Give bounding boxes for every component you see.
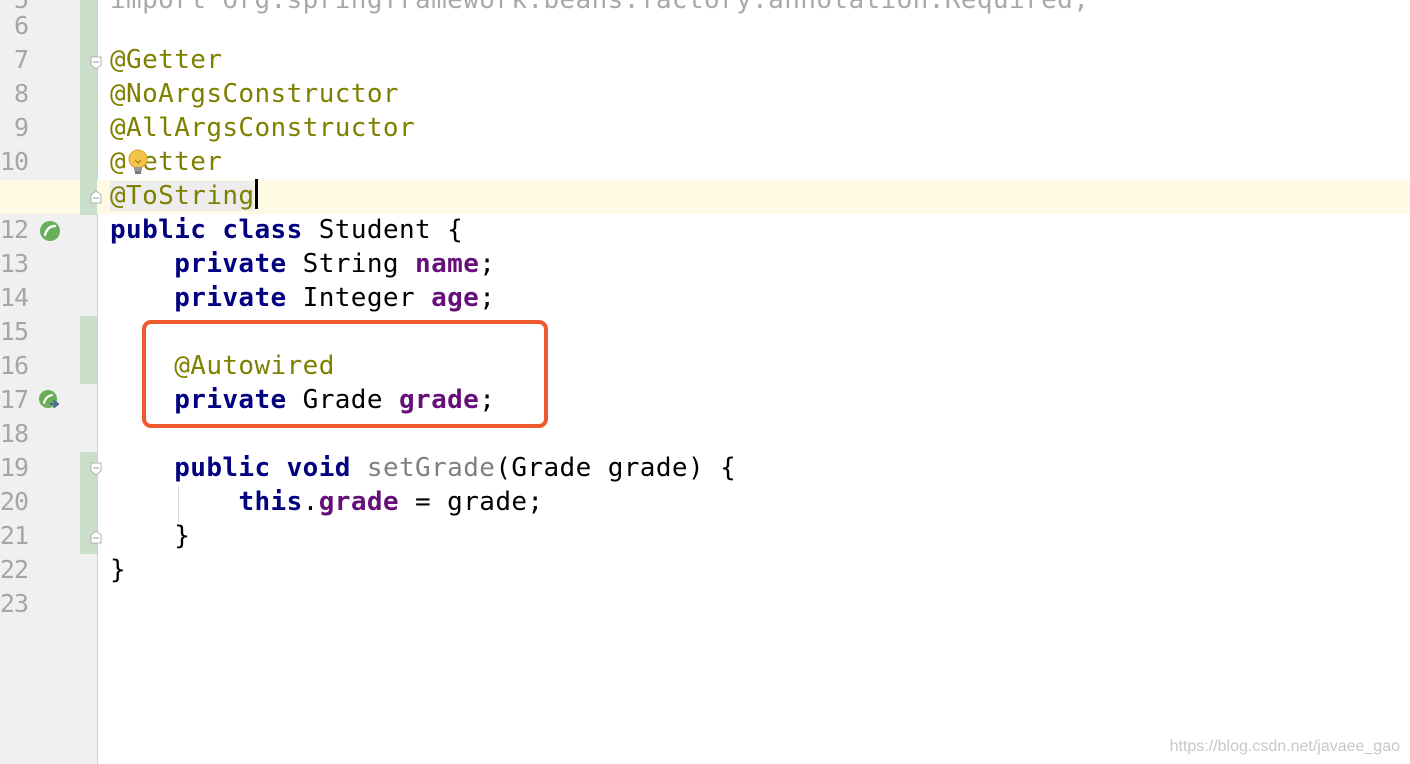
vcs-change-marker[interactable] xyxy=(80,316,97,384)
field-type: Integer xyxy=(286,283,432,313)
keyword-this: this xyxy=(238,487,303,517)
indent-guide xyxy=(178,486,179,522)
annotation-setter-rest: etter xyxy=(142,147,223,177)
code-line-7: @Getter xyxy=(110,43,222,77)
code-line-13: private String name; xyxy=(110,247,495,281)
keyword-private: private xyxy=(174,283,287,313)
method-params: (Grade grade) { xyxy=(495,453,737,483)
code-line-12: public class Student { xyxy=(110,213,463,247)
code-line-19: public void setGrade(Grade grade) { xyxy=(110,451,736,485)
annotation-to-string: @ToString xyxy=(110,181,255,211)
fold-marker-icon[interactable] xyxy=(90,462,102,476)
field-name: name xyxy=(415,249,480,279)
line-number: 23 xyxy=(0,589,29,618)
line-number: 13 xyxy=(0,249,29,278)
code-line-import: import org.springframework.beans.factory… xyxy=(110,0,1089,17)
line-number: 22 xyxy=(0,555,29,584)
line-number: 6 xyxy=(13,11,29,40)
method-close-brace: } xyxy=(174,521,191,551)
line-number: 10 xyxy=(0,147,29,176)
line-number: 8 xyxy=(13,79,29,108)
code-line-22: } xyxy=(110,553,126,587)
field-reference: grade xyxy=(318,487,399,517)
line-number: 12 xyxy=(0,215,29,244)
keyword-void: void xyxy=(286,453,351,483)
code-line-21: } xyxy=(110,519,190,553)
line-number: 7 xyxy=(13,45,29,74)
code-line-9: @AllArgsConstructor xyxy=(110,111,415,145)
line-number: 14 xyxy=(0,283,29,312)
field-name: age xyxy=(431,283,480,313)
annotation-no-args-constructor: @NoArgsConstructor xyxy=(110,79,399,109)
autowired-navigate-icon[interactable] xyxy=(38,389,62,413)
keyword-class: class xyxy=(222,215,303,245)
code-line-20: this.grade = grade; xyxy=(110,485,543,519)
text-caret xyxy=(255,179,259,209)
bean-icon[interactable] xyxy=(38,219,62,243)
intention-bulb-icon[interactable] xyxy=(127,149,149,177)
annotation-getter: @Getter xyxy=(110,45,223,75)
field-type: String xyxy=(286,249,416,279)
line-number: 15 xyxy=(0,317,29,346)
vcs-change-marker[interactable] xyxy=(80,0,97,215)
dot: . xyxy=(302,487,319,517)
line-number: 16 xyxy=(0,351,29,380)
watermark: https://blog.csdn.net/javaee_gao xyxy=(1169,738,1400,755)
code-line-14: private Integer age; xyxy=(110,281,495,315)
line-number: 18 xyxy=(0,419,29,448)
fold-marker-icon[interactable] xyxy=(90,56,102,70)
fold-end-marker-icon[interactable] xyxy=(90,190,102,204)
line-number: 17 xyxy=(0,385,29,414)
code-line-8: @NoArgsConstructor xyxy=(110,77,399,111)
keyword-public: public xyxy=(110,215,207,245)
code-line-11[interactable]: @ToString xyxy=(110,179,259,213)
class-close-brace: } xyxy=(110,555,127,585)
annotation-all-args-constructor: @AllArgsConstructor xyxy=(110,113,416,143)
semicolon: ; xyxy=(479,283,496,313)
semicolon: ; xyxy=(479,249,496,279)
class-name: Student { xyxy=(302,215,464,245)
line-number: 19 xyxy=(0,453,29,482)
line-number: 9 xyxy=(13,113,29,142)
fold-end-marker-icon[interactable] xyxy=(90,530,102,544)
line-number: 21 xyxy=(0,521,29,550)
line-number: 20 xyxy=(0,487,29,516)
method-name: setGrade xyxy=(366,453,496,483)
assignment: = grade; xyxy=(399,487,544,517)
annotation-setter-at: @ xyxy=(110,147,127,177)
highlight-box xyxy=(142,320,548,428)
import-statement: import org.springframework.beans.factory… xyxy=(110,0,1090,15)
keyword-public: public xyxy=(174,453,271,483)
keyword-private: private xyxy=(174,249,287,279)
